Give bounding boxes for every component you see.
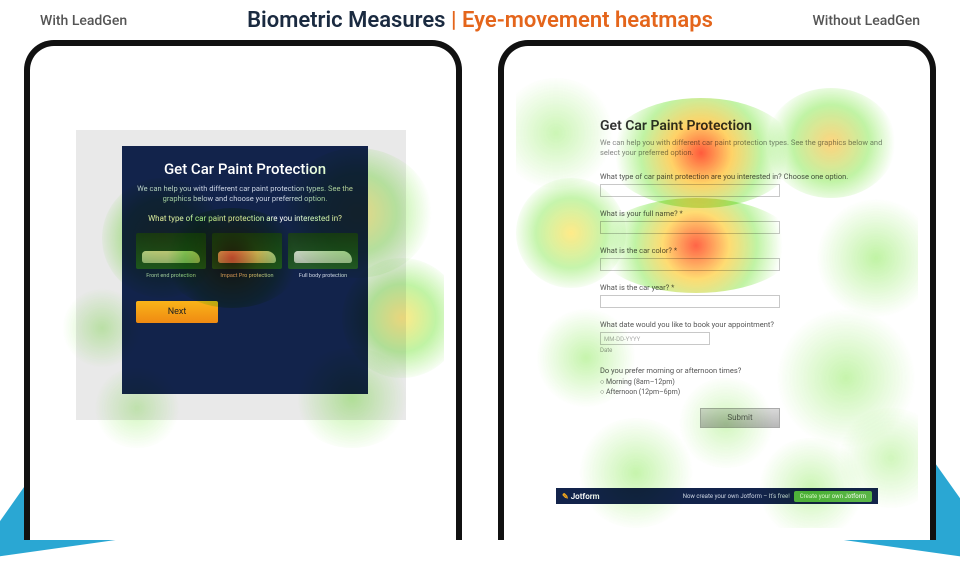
form-heading: Get Car Paint Protection <box>136 160 354 178</box>
jotform-cta-button[interactable]: Create your own Jotform <box>794 491 872 502</box>
option-c-label: Full body protection <box>288 273 358 279</box>
page-title: Biometric Measures | Eye-movement heatma… <box>247 8 713 33</box>
device-frame-left: Get Car Paint Protection We can help you… <box>24 40 462 540</box>
panel-row: Get Car Paint Protection We can help you… <box>0 40 960 540</box>
radio-morning[interactable]: Morning (8am–12pm) <box>600 378 900 386</box>
car-icon <box>288 233 358 269</box>
option-a[interactable]: Front end protection <box>136 233 206 279</box>
page-header: With LeadGen Biometric Measures | Eye-mo… <box>0 8 960 33</box>
pencil-icon: ✎ <box>562 492 569 501</box>
right-caption: Without LeadGen <box>812 13 920 29</box>
title-part-a: Biometric Measures <box>247 8 451 33</box>
option-row: Front end protection Impact Pro protecti… <box>136 233 354 279</box>
form-heading: Get Car Paint Protection <box>600 118 900 134</box>
q-type-label: What type of car paint protection are yo… <box>600 172 900 181</box>
title-separator: | <box>451 8 462 33</box>
date-input[interactable]: MM-DD-YYYY <box>600 332 710 345</box>
q-name-label: What is your full name? * <box>600 209 900 218</box>
jotform-logo-text: Jotform <box>571 492 600 501</box>
option-a-label: Front end protection <box>136 273 206 279</box>
submit-button[interactable]: Submit <box>700 408 780 428</box>
form-question: What type of car paint protection are yo… <box>136 214 354 223</box>
type-input[interactable] <box>600 184 780 197</box>
q-year-label: What is the car year? * <box>600 283 900 292</box>
jotform-logo: ✎Jotform <box>562 492 600 501</box>
option-c[interactable]: Full body protection <box>288 233 358 279</box>
device-frame-right: Get Car Paint Protection We can help you… <box>498 40 936 540</box>
form-description: We can help you with different car paint… <box>600 138 900 158</box>
title-part-b: Eye-movement heatmaps <box>462 8 713 33</box>
color-input[interactable] <box>600 258 780 271</box>
jotform-tagline: Now create your own Jotform – It's free! <box>683 493 790 500</box>
option-b[interactable]: Impact Pro protection <box>212 233 282 279</box>
leadgen-form-card: Get Car Paint Protection We can help you… <box>122 146 368 394</box>
left-caption: With LeadGen <box>40 13 127 29</box>
device-screen-left: Get Car Paint Protection We can help you… <box>42 58 444 528</box>
q-color-label: What is the car color? * <box>600 246 900 255</box>
q-time-label: Do you prefer morning or afternoon times… <box>600 366 900 375</box>
date-hint: Date <box>600 347 900 354</box>
plain-form: Get Car Paint Protection We can help you… <box>600 118 900 428</box>
device-screen-right: Get Car Paint Protection We can help you… <box>516 58 918 528</box>
radio-afternoon[interactable]: Afternoon (12pm–6pm) <box>600 388 900 396</box>
year-input[interactable] <box>600 295 780 308</box>
next-button[interactable]: Next <box>136 301 218 323</box>
option-b-label: Impact Pro protection <box>212 273 282 279</box>
form-backdrop: Get Car Paint Protection We can help you… <box>76 130 406 420</box>
q-date-label: What date would you like to book your ap… <box>600 320 900 329</box>
car-icon <box>212 233 282 269</box>
name-input[interactable] <box>600 221 780 234</box>
jotform-bar: ✎Jotform Now create your own Jotform – I… <box>556 488 878 504</box>
car-icon <box>136 233 206 269</box>
form-description: We can help you with different car paint… <box>136 184 354 204</box>
